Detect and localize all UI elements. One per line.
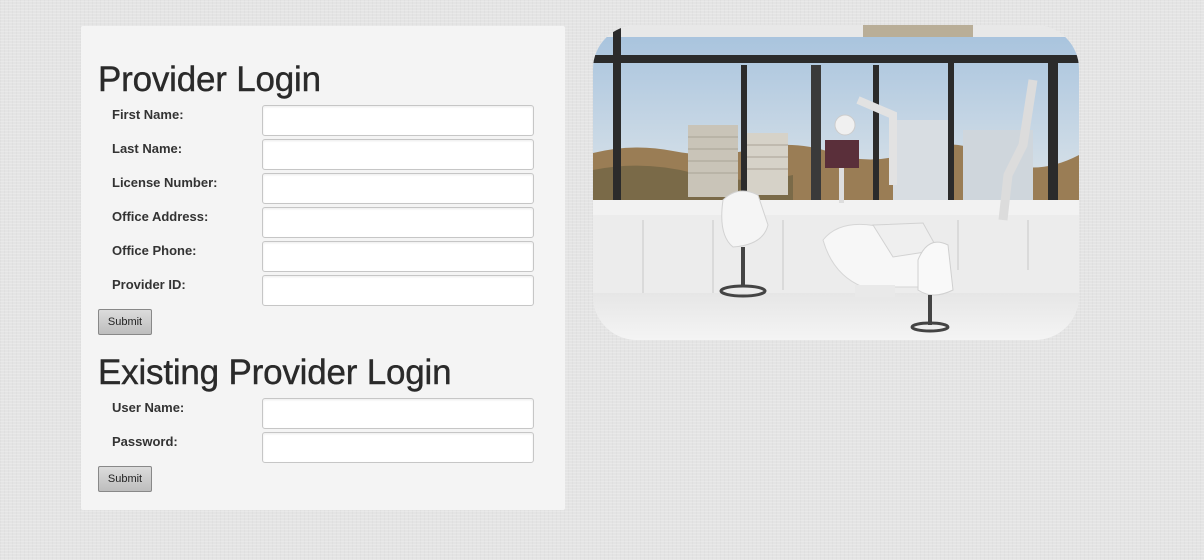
existing-submit-button[interactable]: Submit	[98, 466, 152, 492]
provider-id-label: Provider ID:	[112, 277, 186, 292]
last-name-input[interactable]	[262, 139, 534, 170]
license-number-input[interactable]	[262, 173, 534, 204]
license-number-label: License Number:	[112, 175, 218, 190]
login-panel: Provider Login First Name: Last Name: Li…	[81, 26, 565, 510]
first-name-label: First Name:	[112, 107, 184, 122]
office-address-input[interactable]	[262, 207, 534, 238]
password-row: Password:	[98, 432, 535, 463]
first-name-input[interactable]	[262, 105, 534, 136]
office-address-label: Office Address:	[112, 209, 209, 224]
user-name-label: User Name:	[112, 400, 185, 415]
office-phone-label: Office Phone:	[112, 243, 197, 258]
dental-office-image	[593, 25, 1079, 340]
dental-office-illustration	[593, 25, 1079, 340]
office-address-row: Office Address:	[98, 207, 535, 238]
user-name-input[interactable]	[262, 398, 534, 429]
existing-login-heading: Existing Provider Login	[98, 353, 452, 392]
password-label: Password:	[112, 434, 178, 449]
first-name-row: First Name:	[98, 105, 535, 136]
last-name-label: Last Name:	[112, 141, 183, 156]
office-phone-row: Office Phone:	[98, 241, 535, 272]
office-phone-input[interactable]	[262, 241, 534, 272]
user-name-row: User Name:	[98, 398, 535, 429]
license-number-row: License Number:	[98, 173, 535, 204]
password-input[interactable]	[262, 432, 534, 463]
provider-submit-button[interactable]: Submit	[98, 309, 152, 335]
last-name-row: Last Name:	[98, 139, 535, 170]
provider-id-input[interactable]	[262, 275, 534, 306]
provider-id-row: Provider ID:	[98, 275, 535, 306]
provider-login-heading: Provider Login	[98, 60, 321, 99]
